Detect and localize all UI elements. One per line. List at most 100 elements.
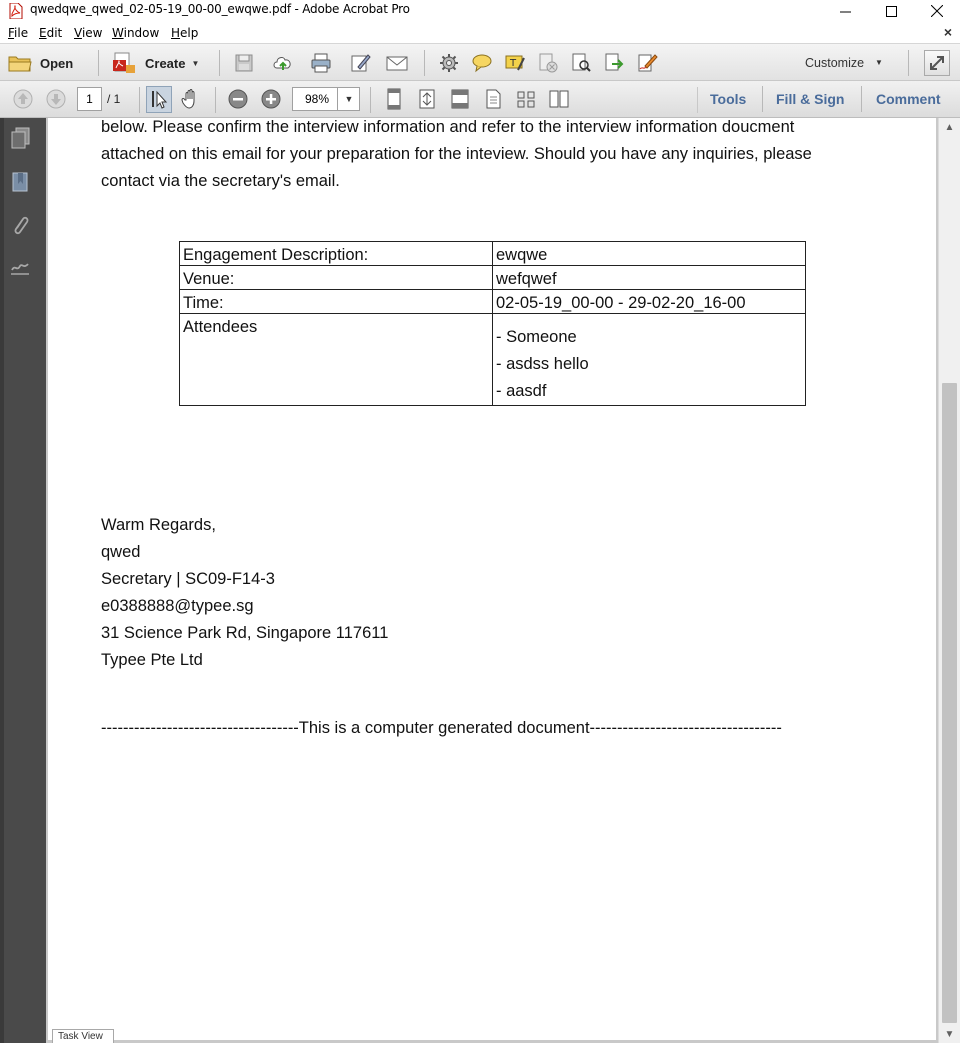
intro-line: below. Please confirm the interview info… <box>101 118 795 136</box>
customize-dropdown-icon[interactable]: ▼ <box>875 58 883 67</box>
pane-divider <box>762 86 763 112</box>
task-view-tab[interactable]: Task View <box>52 1029 114 1043</box>
upload-cloud-icon[interactable] <box>272 52 294 74</box>
document-search-icon[interactable] <box>570 52 592 74</box>
customize-menu[interactable]: Customize <box>805 56 864 70</box>
zoom-out-icon[interactable] <box>227 88 249 110</box>
close-window-button[interactable] <box>914 0 960 22</box>
fit-width-icon[interactable] <box>449 88 471 110</box>
table-label-cell: Engagement Description: <box>179 241 493 266</box>
table-label-cell: Attendees <box>179 313 493 406</box>
menu-view[interactable]: View <box>74 26 102 40</box>
scrollbar-thumb[interactable] <box>942 383 957 1023</box>
folder-icon <box>8 56 32 72</box>
table-label-cell: Time: <box>179 289 493 314</box>
paperclip-icon[interactable] <box>8 213 32 239</box>
scroll-down-icon[interactable]: ▼ <box>939 1025 960 1043</box>
pane-divider <box>861 86 862 112</box>
attendee-item: - aasdf <box>496 382 547 400</box>
page-count: / 1 <box>107 92 121 106</box>
signature-line: e0388888@typee.sg <box>101 597 254 615</box>
vertical-scrollbar[interactable]: ▲ ▼ <box>938 118 960 1043</box>
signature-line: Secretary | SC09-F14-3 <box>101 570 275 588</box>
fill-sign-pane-button[interactable]: Fill & Sign <box>776 91 844 107</box>
table-row: Attendees - Someone - asdss hello - aasd… <box>179 313 806 406</box>
close-document-icon[interactable]: × <box>944 24 952 40</box>
table-row: Venue: wefqwef <box>179 265 806 290</box>
minimize-button[interactable] <box>822 0 868 22</box>
print-icon[interactable] <box>310 52 332 74</box>
tools-pane-button[interactable]: Tools <box>710 91 746 107</box>
page-number-input[interactable]: 1 <box>77 87 102 111</box>
email-icon[interactable] <box>386 52 408 74</box>
hand-tool-icon[interactable] <box>180 88 202 110</box>
scroll-up-icon[interactable]: ▲ <box>939 118 960 136</box>
maximize-button[interactable] <box>868 0 914 22</box>
menu-help[interactable]: Help <box>171 26 198 40</box>
footer-note: ------------------------------------This… <box>101 719 782 737</box>
table-value-cell: wefqwef <box>492 265 806 290</box>
sign-document-icon[interactable] <box>636 52 658 74</box>
open-button[interactable]: Open <box>8 50 73 76</box>
attendee-item: - asdss hello <box>496 355 589 373</box>
bookmark-icon[interactable] <box>8 170 32 196</box>
close-icon <box>931 5 943 17</box>
signature-panel-icon[interactable] <box>8 256 32 282</box>
edit-document-icon[interactable] <box>350 52 372 74</box>
page-thumbnails-icon[interactable] <box>515 88 537 110</box>
comment-bubble-icon[interactable] <box>471 52 493 74</box>
toolbar-divider <box>370 87 371 113</box>
toolbar-divider <box>697 87 698 113</box>
minimize-icon <box>839 11 851 12</box>
main-toolbar: Open Create ▼ T Customize ▼ <box>0 44 960 81</box>
svg-text:T: T <box>509 58 517 69</box>
table-row: Engagement Description: ewqwe <box>179 241 806 266</box>
attendees-cell: - Someone - asdss hello - aasdf <box>492 313 806 406</box>
single-page-icon[interactable] <box>482 88 504 110</box>
text-cursor-icon <box>152 90 168 109</box>
toolbar-divider <box>215 87 216 113</box>
toolbar-divider <box>219 50 220 76</box>
signature-line: Warm Regards, <box>101 516 216 534</box>
comment-pane-button[interactable]: Comment <box>876 91 941 107</box>
select-tool-button[interactable] <box>146 86 172 113</box>
highlight-text-icon[interactable]: T <box>504 52 526 74</box>
table-label-cell: Venue: <box>179 265 493 290</box>
title-bar: qwedqwe_qwed_02-05-19_00-00_ewqwe.pdf - … <box>0 0 960 22</box>
export-pdf-icon[interactable] <box>603 52 625 74</box>
table-value-cell: 02-05-19_00-00 - 29-02-20_16-00 <box>492 289 806 314</box>
signature-line: Typee Pte Ltd <box>101 651 203 669</box>
intro-line: attached on this email for your preparat… <box>101 145 812 163</box>
menu-edit[interactable]: Edit <box>39 26 62 40</box>
window-title: qwedqwe_qwed_02-05-19_00-00_ewqwe.pdf - … <box>30 2 410 16</box>
save-icon[interactable] <box>233 52 255 74</box>
zoom-dropdown-icon[interactable]: ▼ <box>337 87 360 111</box>
zoom-in-icon[interactable] <box>260 88 282 110</box>
full-screen-button[interactable] <box>924 50 950 76</box>
table-row: Time: 02-05-19_00-00 - 29-02-20_16-00 <box>179 289 806 314</box>
table-value-cell: ewqwe <box>492 241 806 266</box>
menu-window[interactable]: Window <box>112 26 159 40</box>
delete-pages-icon[interactable] <box>537 52 559 74</box>
toolbar-divider <box>139 87 140 113</box>
signature-block: Warm Regards, qwed Secretary | SC09-F14-… <box>101 512 388 674</box>
attendee-item: - Someone <box>496 328 577 346</box>
next-page-icon[interactable] <box>45 88 67 110</box>
two-page-view-icon[interactable] <box>548 88 570 110</box>
settings-gear-icon[interactable] <box>438 52 460 74</box>
expand-icon <box>930 56 944 70</box>
navigation-pane-edge <box>0 118 4 1043</box>
menu-bar: File Edit View Window Help × <box>0 22 960 44</box>
intro-paragraph: below. Please confirm the interview info… <box>101 114 812 195</box>
menu-file[interactable]: File <box>8 26 28 40</box>
maximize-icon <box>885 5 897 17</box>
page-thumbnails-panel-icon[interactable] <box>8 126 32 152</box>
fit-page-icon[interactable] <box>416 88 438 110</box>
create-button[interactable]: Create ▼ <box>112 50 199 76</box>
create-pdf-icon <box>113 52 135 73</box>
previous-page-icon[interactable] <box>12 88 34 110</box>
dropdown-arrow-icon: ▼ <box>191 58 200 68</box>
signature-line: 31 Science Park Rd, Singapore 117611 <box>101 624 389 642</box>
scrolling-mode-icon[interactable] <box>383 88 405 110</box>
intro-line: contact via the secretary's email. <box>101 172 340 190</box>
